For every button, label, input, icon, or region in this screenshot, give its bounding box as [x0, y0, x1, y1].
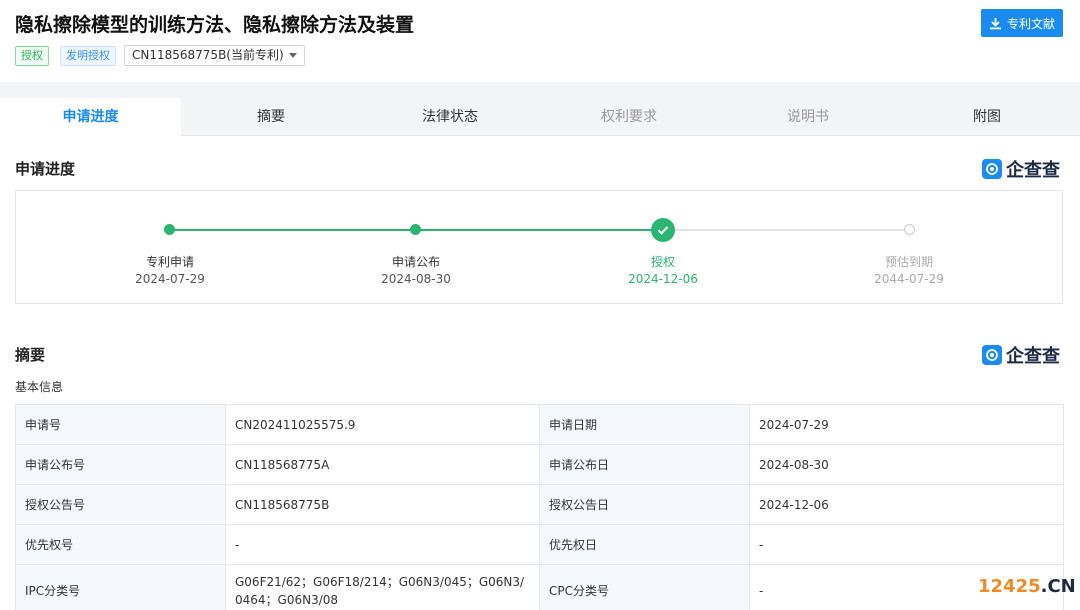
table-row: 申请号 CN202411025575.9 申请日期 2024-07-29	[15, 404, 1064, 445]
step-dot-filed	[164, 224, 175, 235]
chevron-down-icon	[288, 53, 297, 58]
field-value: -	[225, 524, 540, 565]
tab-claims[interactable]: 权利要求	[539, 98, 719, 136]
field-label: 申请公布日	[539, 444, 750, 485]
table-row: 申请公布号 CN118568775A 申请公布日 2024-08-30	[15, 444, 1064, 485]
step-date-future: 2044-07-29	[874, 272, 944, 286]
main-content: 申请进度 企查查 专利申请 2024-07-29 申请公布 2024-08-30…	[0, 136, 1080, 610]
qcc-logo-icon	[982, 345, 1002, 365]
step-date: 2024-07-29	[135, 272, 205, 286]
field-value: 2024-08-30	[749, 444, 1064, 485]
progress-section-title: 申请进度	[15, 160, 76, 178]
step-label-current: 授权	[650, 255, 675, 269]
tab-progress[interactable]: 申请进度	[0, 98, 181, 136]
field-value: -	[749, 524, 1064, 565]
patent-header: 隐私擦除模型的训练方法、隐私擦除方法及装置 授权 发明授权 CN11856877…	[0, 0, 1080, 82]
table-row: 授权公告号 CN118568775B 授权公告日 2024-12-06	[15, 484, 1064, 525]
step-label: 专利申请	[145, 255, 194, 269]
field-label: 申请号	[15, 404, 226, 445]
field-label: 优先权日	[539, 524, 750, 565]
field-label: IPC分类号	[15, 564, 226, 610]
field-value: CN202411025575.9	[225, 404, 540, 445]
field-label: 申请日期	[539, 404, 750, 445]
step-dot-expiry	[904, 224, 915, 235]
qcc-logo-text: 企查查	[1006, 160, 1060, 181]
site-watermark: 12425.CN	[978, 576, 1076, 597]
step-label-future: 预估到期	[884, 255, 933, 269]
field-value: 2024-12-06	[749, 484, 1064, 525]
abstract-section-title: 摘要	[15, 346, 46, 364]
check-icon	[651, 218, 675, 242]
step-date-current: 2024-12-06	[628, 272, 698, 286]
watermark-number: 12425	[978, 576, 1041, 597]
field-label: 优先权号	[15, 524, 226, 565]
basic-info-title: 基本信息	[15, 380, 64, 394]
step-date: 2024-08-30	[381, 272, 451, 286]
table-row: IPC分类号 G06F21/62；G06F18/214；G06N3/045；G0…	[15, 564, 1064, 610]
field-value: 2024-07-29	[749, 404, 1064, 445]
step-label: 申请公布	[391, 255, 440, 269]
patent-version-value: CN118568775B(当前专利)	[132, 48, 284, 62]
field-value: CN118568775B	[225, 484, 540, 525]
qcc-logo: 企查查	[982, 342, 1060, 368]
tab-legal-status[interactable]: 法律状态	[361, 98, 539, 136]
table-row: 优先权号 - 优先权日 -	[15, 524, 1064, 565]
tab-abstract[interactable]: 摘要	[181, 98, 361, 136]
field-label: CPC分类号	[539, 564, 750, 610]
patent-version-select[interactable]: CN118568775B(当前专利)	[124, 45, 305, 66]
qcc-logo-text: 企查查	[1006, 346, 1060, 367]
download-icon	[989, 17, 1001, 29]
tab-bar: 申请进度 摘要 法律状态 权利要求 说明书 附图	[0, 98, 1080, 136]
tab-drawings[interactable]: 附图	[897, 98, 1077, 136]
field-value: G06F21/62；G06F18/214；G06N3/045；G06N3/046…	[225, 564, 540, 610]
tab-description[interactable]: 说明书	[719, 98, 897, 136]
page-title: 隐私擦除模型的训练方法、隐私擦除方法及装置	[15, 14, 415, 36]
type-badge-invention: 发明授权	[60, 46, 116, 66]
watermark-suffix: .CN	[1040, 576, 1076, 597]
status-badge-granted: 授权	[15, 46, 49, 66]
field-label: 申请公布号	[15, 444, 226, 485]
field-label: 授权公告号	[15, 484, 226, 525]
field-label: 授权公告日	[539, 484, 750, 525]
qcc-logo: 企查查	[982, 156, 1060, 182]
basic-info-table: 申请号 CN202411025575.9 申请日期 2024-07-29 申请公…	[15, 404, 1064, 610]
qcc-logo-icon	[982, 159, 1002, 179]
progress-line-future	[663, 229, 909, 231]
step-dot-published	[410, 224, 421, 235]
patent-document-button[interactable]: 专利文献	[981, 9, 1063, 37]
field-value: CN118568775A	[225, 444, 540, 485]
progress-timeline: 专利申请 2024-07-29 申请公布 2024-08-30 授权 2024-…	[15, 190, 1063, 304]
patent-document-label: 专利文献	[1006, 16, 1055, 31]
